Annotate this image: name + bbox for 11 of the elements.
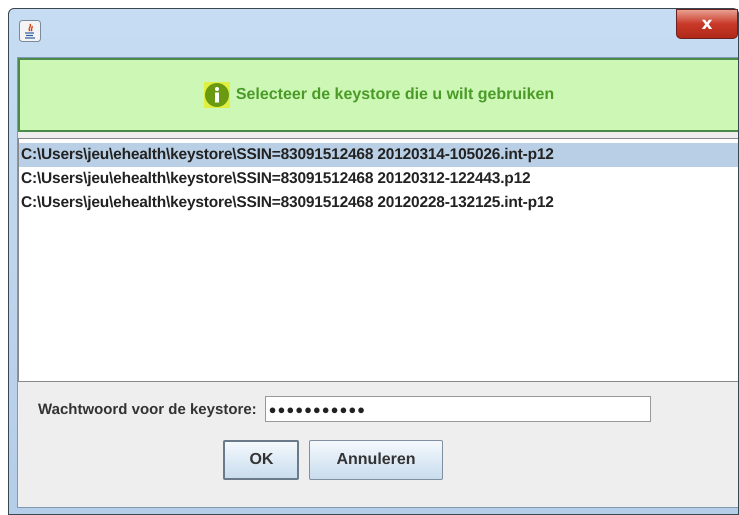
banner-message: Selecteer de keystore die u wilt gebruiken (236, 86, 554, 104)
keystore-item[interactable]: C:\Users\jeu\ehealth\keystore\SSIN=83091512468 20120312-122443.p12 (19, 167, 738, 191)
keystore-item[interactable]: C:\Users\jeu\ehealth\keystore\SSIN=83091512468 20120314-105026.int-p12 (19, 143, 738, 167)
info-icon (204, 82, 230, 108)
java-icon (19, 20, 41, 42)
close-button[interactable]: x (676, 9, 738, 39)
password-field[interactable]: ●●●●●●●●●●● (264, 396, 651, 422)
keystore-item[interactable]: C:\Users\jeu\ehealth\keystore\SSIN=83091512468 20120228-132125.int-p12 (19, 191, 738, 215)
cancel-button[interactable]: Annuleren (309, 440, 443, 480)
ok-button[interactable]: OK (223, 440, 300, 480)
password-label: Wachtwoord voor de keystore: (38, 400, 257, 418)
